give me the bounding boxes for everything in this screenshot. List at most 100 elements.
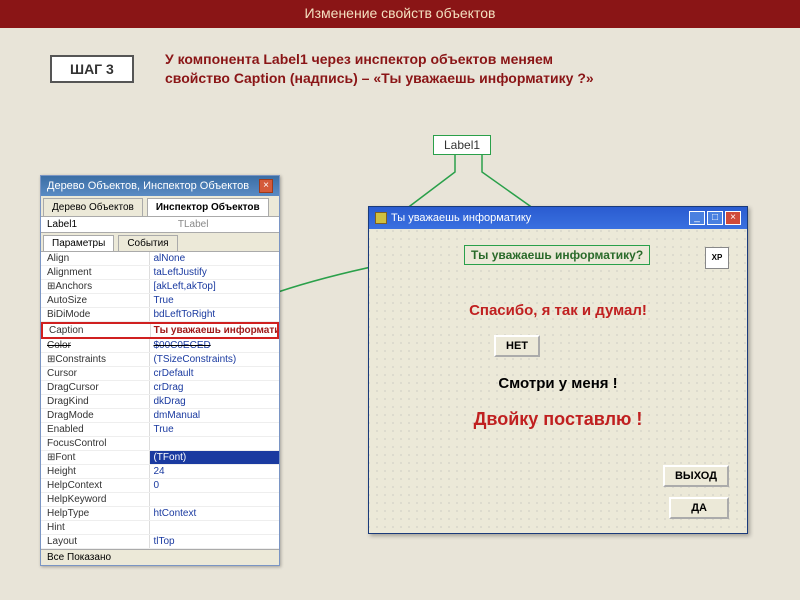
property-name: ⊞Constraints: [41, 353, 150, 366]
property-value[interactable]: (TFont): [150, 451, 279, 464]
property-row[interactable]: HelpContext0: [41, 479, 279, 493]
xp-text: XP: [712, 253, 723, 262]
grade-label[interactable]: Двойку поставлю !: [369, 409, 747, 430]
tab-properties[interactable]: Параметры: [43, 235, 114, 251]
property-row[interactable]: ⊞Font(TFont): [41, 451, 279, 465]
tab-inspector[interactable]: Инспектор Объектов: [147, 198, 269, 216]
minimize-icon[interactable]: _: [689, 211, 705, 225]
label1-callout: Label1: [433, 135, 491, 155]
instruction-text: У компонента Label1 через инспектор объе…: [165, 50, 615, 88]
property-name: ⊞Anchors: [41, 280, 150, 293]
property-value[interactable]: [150, 437, 279, 450]
property-row[interactable]: LayouttlTop: [41, 535, 279, 549]
property-row[interactable]: BiDiModebdLeftToRight: [41, 308, 279, 322]
object-inspector-panel: Дерево Объектов, Инспектор Объектов × Де…: [40, 175, 280, 566]
property-name: Hint: [41, 521, 150, 534]
property-row[interactable]: ⊞Anchors[akLeft,akTop]: [41, 280, 279, 294]
property-value[interactable]: $00C0ECED: [150, 339, 279, 352]
property-value[interactable]: crDrag: [150, 381, 279, 394]
property-name: DragCursor: [41, 381, 150, 394]
property-name: HelpKeyword: [41, 493, 150, 506]
property-row[interactable]: HelpTypehtContext: [41, 507, 279, 521]
component-selector[interactable]: Label1 TLabel: [41, 217, 279, 233]
exit-button[interactable]: ВЫХОД: [663, 465, 729, 487]
thanks-label[interactable]: Спасибо, я так и думал!: [369, 302, 747, 319]
property-value[interactable]: htContext: [150, 507, 279, 520]
property-value[interactable]: dkDrag: [150, 395, 279, 408]
property-name: AutoSize: [41, 294, 150, 307]
property-value[interactable]: Ты уважаешь информатику?: [151, 324, 277, 337]
property-row[interactable]: AutoSizeTrue: [41, 294, 279, 308]
page-header: Изменение свойств объектов: [0, 0, 800, 28]
tab-object-tree[interactable]: Дерево Объектов: [43, 198, 143, 216]
close-icon[interactable]: ×: [259, 179, 273, 193]
inspector-title: Дерево Объектов, Инспектор Объектов: [47, 180, 249, 192]
property-name: HelpContext: [41, 479, 150, 492]
property-name: Color: [41, 339, 150, 352]
property-row[interactable]: CaptionТы уважаешь информатику?: [41, 322, 279, 339]
property-value[interactable]: [akLeft,akTop]: [150, 280, 279, 293]
label1-component[interactable]: Ты уважаешь информатику?: [464, 245, 650, 265]
property-grid[interactable]: AlignalNoneAlignmenttaLeftJustify⊞Anchor…: [41, 252, 279, 549]
property-row[interactable]: ⊞Constraints(TSizeConstraints): [41, 353, 279, 367]
step-label: ШАГ 3: [70, 61, 114, 77]
property-name: Height: [41, 465, 150, 478]
property-value[interactable]: [150, 521, 279, 534]
tab-events[interactable]: События: [118, 235, 177, 251]
property-row[interactable]: HelpKeyword: [41, 493, 279, 507]
property-name: HelpType: [41, 507, 150, 520]
property-value[interactable]: 24: [150, 465, 279, 478]
inspector-top-tabs: Дерево Объектов Инспектор Объектов: [41, 196, 279, 217]
property-name: Caption: [43, 324, 151, 337]
callout-label: Label1: [444, 138, 480, 152]
inspector-titlebar[interactable]: Дерево Объектов, Инспектор Объектов ×: [41, 176, 279, 196]
property-name: Layout: [41, 535, 150, 548]
property-name: Align: [41, 252, 150, 265]
property-name: Enabled: [41, 423, 150, 436]
property-row[interactable]: FocusControl: [41, 437, 279, 451]
property-value[interactable]: tlTop: [150, 535, 279, 548]
property-name: Alignment: [41, 266, 150, 279]
property-value[interactable]: True: [150, 294, 279, 307]
form-preview: Ты уважаешь информатику _ □ × Ты уважаеш…: [368, 206, 748, 534]
yes-button[interactable]: ДА: [669, 497, 729, 519]
maximize-icon[interactable]: □: [707, 211, 723, 225]
property-value[interactable]: True: [150, 423, 279, 436]
property-name: ⊞Font: [41, 451, 150, 464]
property-row[interactable]: CursorcrDefault: [41, 367, 279, 381]
property-value[interactable]: crDefault: [150, 367, 279, 380]
property-row[interactable]: EnabledTrue: [41, 423, 279, 437]
inspector-mid-tabs: Параметры События: [41, 233, 279, 252]
property-row[interactable]: Height24: [41, 465, 279, 479]
xp-icon[interactable]: XP: [705, 247, 729, 269]
property-row[interactable]: DragModedmManual: [41, 409, 279, 423]
inspector-footer: Все Показано: [41, 549, 279, 565]
form-title-text: Ты уважаешь информатику: [391, 212, 531, 224]
component-type: TLabel: [172, 217, 215, 232]
property-row[interactable]: Hint: [41, 521, 279, 535]
property-value[interactable]: taLeftJustify: [150, 266, 279, 279]
property-name: DragMode: [41, 409, 150, 422]
property-value[interactable]: bdLeftToRight: [150, 308, 279, 321]
no-button[interactable]: НЕТ: [494, 335, 540, 357]
form-titlebar[interactable]: Ты уважаешь информатику _ □ ×: [369, 207, 747, 229]
step-badge: ШАГ 3: [50, 55, 134, 83]
watch-label[interactable]: Смотри у меня !: [369, 375, 747, 392]
property-row[interactable]: AlignalNone: [41, 252, 279, 266]
close-icon[interactable]: ×: [725, 211, 741, 225]
property-value[interactable]: alNone: [150, 252, 279, 265]
form-icon: [375, 212, 387, 224]
property-row[interactable]: DragKinddkDrag: [41, 395, 279, 409]
property-row[interactable]: Color$00C0ECED: [41, 339, 279, 353]
page-title: Изменение свойств объектов: [305, 5, 496, 21]
property-value[interactable]: (TSizeConstraints): [150, 353, 279, 366]
label1-text: Ты уважаешь информатику?: [471, 248, 643, 262]
property-name: Cursor: [41, 367, 150, 380]
property-row[interactable]: DragCursorcrDrag: [41, 381, 279, 395]
property-value[interactable]: dmManual: [150, 409, 279, 422]
property-value[interactable]: 0: [150, 479, 279, 492]
property-name: DragKind: [41, 395, 150, 408]
property-row[interactable]: AlignmenttaLeftJustify: [41, 266, 279, 280]
property-name: FocusControl: [41, 437, 150, 450]
property-value[interactable]: [150, 493, 279, 506]
